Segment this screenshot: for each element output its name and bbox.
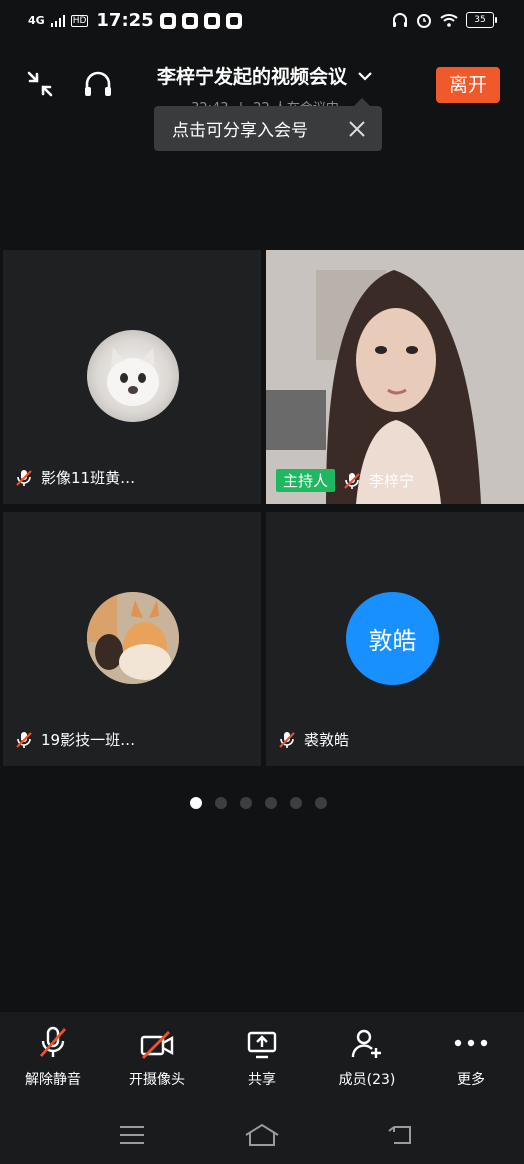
participant-name: 19影技一班… xyxy=(41,731,136,749)
page-dot[interactable] xyxy=(240,797,252,809)
members-label: 成员(23) xyxy=(338,1072,396,1088)
share-button[interactable]: 共享 xyxy=(217,1026,307,1089)
page-dot[interactable] xyxy=(190,797,202,809)
participant-label: 影像11班黄… xyxy=(15,467,135,488)
status-bar: 4G HD 17:25 35 xyxy=(0,0,524,44)
tooltip-close-button[interactable] xyxy=(346,118,368,140)
system-navigation-bar xyxy=(0,1108,524,1164)
notification-icon xyxy=(203,12,220,29)
back-button[interactable] xyxy=(380,1120,420,1150)
back-icon xyxy=(388,1126,411,1144)
leave-button[interactable]: 离开 xyxy=(436,67,500,103)
notification-icon xyxy=(225,12,242,29)
screen-share-icon xyxy=(247,1031,277,1059)
participant-tile[interactable]: 影像11班黄… xyxy=(3,250,261,504)
wifi-icon xyxy=(440,14,458,27)
menu-icon xyxy=(120,1126,144,1144)
home-icon xyxy=(245,1123,279,1146)
participant-label: 裘敦皓 xyxy=(278,729,349,750)
notification-icon xyxy=(159,12,176,29)
clock: 17:25 xyxy=(96,10,154,31)
unmute-label: 解除静音 xyxy=(25,1072,81,1088)
members-button[interactable]: 成员(23) xyxy=(322,1026,412,1089)
add-member-icon xyxy=(351,1029,381,1058)
tooltip-text: 点击可分享入会号 xyxy=(172,121,308,141)
participant-name: 裘敦皓 xyxy=(304,731,350,749)
hd-badge: HD xyxy=(70,14,89,27)
battery-icon: 35 xyxy=(466,12,497,28)
mic-muted-icon xyxy=(279,731,295,748)
network-type: 4G xyxy=(28,13,45,27)
signal-icon xyxy=(50,14,65,27)
mic-off-icon xyxy=(39,1026,67,1057)
minimize-icon xyxy=(27,71,53,97)
more-button[interactable]: 更多 xyxy=(426,1026,516,1089)
participant-label: 主持人 李梓宁 xyxy=(276,469,414,492)
camera-button[interactable]: 开摄像头 xyxy=(112,1026,202,1089)
page-dot[interactable] xyxy=(290,797,302,809)
audio-button[interactable] xyxy=(80,66,116,102)
headphone-status-icon xyxy=(393,13,407,27)
mic-muted-icon xyxy=(16,469,32,486)
participant-tile[interactable]: 19影技一班… xyxy=(3,512,261,766)
recent-apps-button[interactable] xyxy=(112,1120,152,1150)
mic-muted-icon xyxy=(344,472,360,489)
participant-video xyxy=(266,250,524,504)
participant-name: 影像11班黄… xyxy=(41,469,136,487)
share-id-tooltip[interactable]: 点击可分享入会号 xyxy=(154,98,382,151)
close-icon xyxy=(349,120,365,137)
participant-name: 李梓宁 xyxy=(369,472,415,490)
alarm-icon xyxy=(417,14,431,28)
share-label: 共享 xyxy=(248,1072,276,1088)
minimize-button[interactable] xyxy=(22,66,58,102)
avatar-initials: 敦皓 xyxy=(368,627,417,655)
unmute-button[interactable]: 解除静音 xyxy=(8,1026,98,1089)
more-label: 更多 xyxy=(457,1072,485,1088)
avatar: 敦皓 xyxy=(346,592,439,685)
headphone-icon xyxy=(85,71,111,96)
page-dot[interactable] xyxy=(215,797,227,809)
more-icon xyxy=(454,1039,488,1047)
camera-off-icon xyxy=(140,1031,174,1059)
camera-label: 开摄像头 xyxy=(129,1072,185,1088)
participant-tile-host[interactable]: 主持人 李梓宁 xyxy=(266,250,524,504)
page-dot[interactable] xyxy=(265,797,277,809)
video-feed-image xyxy=(266,250,524,504)
meeting-toolbar: 解除静音 开摄像头 共享 成员(23) 更多 xyxy=(0,1012,524,1108)
dog-avatar-image xyxy=(87,592,179,684)
cat-avatar-image xyxy=(107,348,159,406)
avatar xyxy=(87,330,179,422)
avatar xyxy=(87,592,179,684)
host-badge: 主持人 xyxy=(276,469,336,492)
participant-tile[interactable]: 敦皓 裘敦皓 xyxy=(266,512,524,766)
meeting-title: 李梓宁发起的视频会议 xyxy=(156,66,347,88)
chevron-down-icon xyxy=(358,71,372,81)
participant-label: 19影技一班… xyxy=(15,729,135,750)
mic-muted-icon xyxy=(16,731,32,748)
notification-icon xyxy=(181,12,198,29)
page-indicator[interactable] xyxy=(190,797,327,809)
home-button[interactable] xyxy=(242,1120,282,1150)
page-dot[interactable] xyxy=(315,797,327,809)
